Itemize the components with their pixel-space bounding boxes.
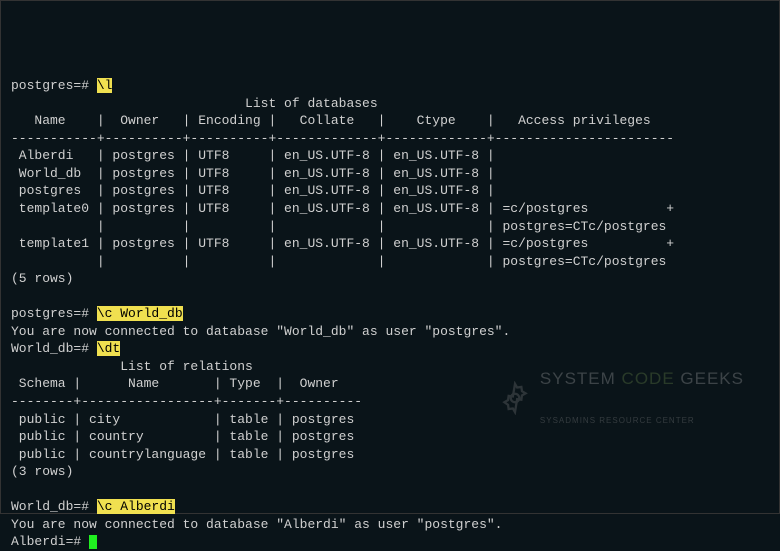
db-row-count: (5 rows) xyxy=(11,271,73,286)
rel-list-header: Schema | Name | Type | Owner xyxy=(11,376,362,391)
rel-list-title: List of relations xyxy=(11,359,253,374)
prompt-postgres-1: postgres=# xyxy=(11,78,97,93)
db-list-divider: -----------+----------+----------+------… xyxy=(11,131,674,146)
command-connect-alberdi: \c Alberdi xyxy=(97,499,175,514)
db-row: template0 | postgres | UTF8 | en_US.UTF-… xyxy=(11,201,674,216)
rel-row: public | country | table | postgres xyxy=(11,429,354,444)
prompt-worlddb-1: World_db=# xyxy=(11,341,97,356)
rel-row-count: (3 rows) xyxy=(11,464,73,479)
watermark: SYSTEM CODE GEEKS SYSADMINS RESOURCE CEN… xyxy=(498,341,744,454)
db-row: template1 | postgres | UTF8 | en_US.UTF-… xyxy=(11,236,674,251)
db-row: World_db | postgres | UTF8 | en_US.UTF-8… xyxy=(11,166,502,181)
connect-message-2: You are now connected to database "Alber… xyxy=(11,517,502,532)
rel-row: public | countrylanguage | table | postg… xyxy=(11,447,354,462)
rel-row: public | city | table | postgres xyxy=(11,412,354,427)
db-row: | | | | | postgres=CTc/postgres xyxy=(11,219,666,234)
command-connect-worlddb: \c World_db xyxy=(97,306,183,321)
db-list-title: List of databases xyxy=(11,96,378,111)
gear-icon xyxy=(498,381,532,415)
prompt-postgres-2: postgres=# xyxy=(11,306,97,321)
rel-list-divider: --------+-----------------+-------+-----… xyxy=(11,394,362,409)
connect-message-1: You are now connected to database "World… xyxy=(11,324,510,339)
db-row: postgres | postgres | UTF8 | en_US.UTF-8… xyxy=(11,183,502,198)
command-list-tables: \dt xyxy=(97,341,120,356)
watermark-title-a: SYSTEM xyxy=(540,369,616,388)
watermark-title-b: CODE xyxy=(622,369,675,388)
command-list-databases: \l xyxy=(97,78,113,93)
prompt-alberdi[interactable]: Alberdi=# xyxy=(11,534,89,549)
db-list-header: Name | Owner | Encoding | Collate | Ctyp… xyxy=(11,113,674,128)
cursor-icon[interactable] xyxy=(89,535,97,549)
watermark-title-c: GEEKS xyxy=(680,369,744,388)
prompt-worlddb-2: World_db=# xyxy=(11,499,97,514)
db-row: Alberdi | postgres | UTF8 | en_US.UTF-8 … xyxy=(11,148,502,163)
watermark-subtitle: SYSADMINS RESOURCE CENTER xyxy=(540,417,744,426)
db-row: | | | | | postgres=CTc/postgres xyxy=(11,254,666,269)
